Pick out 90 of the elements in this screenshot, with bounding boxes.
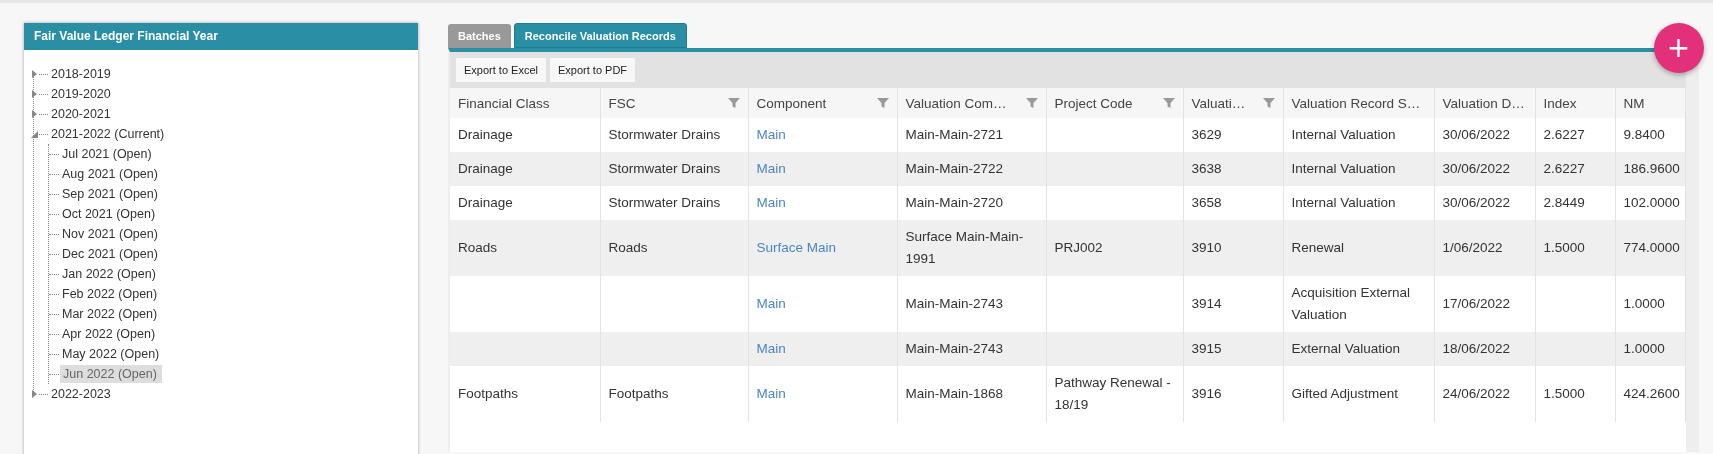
- tree-item[interactable]: 2022-2023: [49, 386, 113, 402]
- table-cell: PRJ002: [1054, 240, 1103, 255]
- table-cell: 3629: [1191, 127, 1222, 142]
- filter-icon[interactable]: [876, 97, 889, 109]
- table-cell: Drainage: [458, 161, 513, 176]
- table-cell: 774.0000: [1623, 240, 1680, 255]
- table-cell: 1/06/2022: [1442, 240, 1503, 255]
- table-cell: 2.8449: [1543, 195, 1585, 210]
- expand-toggle-icon[interactable]: [31, 90, 39, 98]
- table-cell: 186.9600: [1623, 161, 1680, 176]
- table-cell: 1.5000: [1543, 240, 1585, 255]
- tree-item[interactable]: Aug 2021 (Open): [60, 166, 160, 182]
- column-header[interactable]: FSC: [608, 95, 636, 111]
- table-cell: Main-Main-2720: [905, 195, 1004, 210]
- table-cell: 18/06/2022: [1442, 341, 1511, 356]
- collapse-toggle-icon[interactable]: [31, 130, 39, 138]
- table-cell: Main-Main-2743: [905, 296, 1004, 311]
- tree-item[interactable]: Feb 2022 (Open): [60, 286, 160, 302]
- add-button[interactable]: +: [1653, 23, 1704, 73]
- table-cell: Roads: [458, 240, 498, 255]
- expand-toggle-icon[interactable]: [31, 110, 39, 118]
- table-cell: 17/06/2022: [1442, 296, 1511, 311]
- tree-item[interactable]: 2020-2021: [49, 106, 113, 122]
- table-cell: Gifted Adjustment: [1291, 386, 1399, 401]
- column-header[interactable]: NM: [1623, 95, 1645, 111]
- tree-item[interactable]: Mar 2022 (Open): [60, 306, 160, 322]
- table-cell: 2.6227: [1543, 127, 1585, 142]
- table-cell: Acquisition External Valuation: [1291, 285, 1411, 322]
- table-cell: Drainage: [458, 127, 513, 142]
- table-cell: 9.8400: [1623, 127, 1665, 142]
- table-cell: Stormwater Drains: [608, 161, 721, 176]
- table-cell: 30/06/2022: [1442, 127, 1511, 142]
- table-cell: 30/06/2022: [1442, 161, 1511, 176]
- filter-icon[interactable]: [1162, 97, 1175, 109]
- table-cell: Main-Main-2721: [905, 127, 1004, 142]
- export-button[interactable]: Export to PDF: [550, 58, 636, 82]
- table-cell: 3914: [1191, 296, 1222, 311]
- table-cell: 1.0000: [1623, 296, 1665, 311]
- table-cell: 3916: [1191, 386, 1222, 401]
- tree-item[interactable]: May 2022 (Open): [60, 346, 162, 362]
- tree-item[interactable]: Oct 2021 (Open): [60, 206, 158, 222]
- table-cell: Main-Main-2722: [905, 161, 1004, 176]
- table-cell: 3658: [1191, 195, 1222, 210]
- tree-item[interactable]: 2018-2019: [49, 66, 113, 82]
- table-cell: Roads: [608, 240, 648, 255]
- tree-item[interactable]: Jul 2021 (Open): [60, 146, 154, 162]
- table-cell: Main-Main-1868: [905, 386, 1004, 401]
- export-button[interactable]: Export to Excel: [456, 58, 546, 82]
- tree-item[interactable]: Nov 2021 (Open): [60, 226, 160, 242]
- table-cell: 424.2600: [1623, 386, 1680, 401]
- tab[interactable]: Reconcile Valuation Records: [513, 23, 687, 48]
- table-cell: External Valuation: [1291, 341, 1401, 356]
- table-cell: Stormwater Drains: [608, 127, 721, 142]
- link[interactable]: Main: [756, 386, 786, 401]
- filter-icon[interactable]: [1262, 97, 1275, 109]
- link[interactable]: Main: [756, 127, 786, 142]
- table-cell: 24/06/2022: [1442, 386, 1511, 401]
- table-cell: Pathway Renewal - 18/19: [1054, 375, 1171, 412]
- table-cell: Footpaths: [608, 386, 669, 401]
- table-cell: Footpaths: [458, 386, 519, 401]
- filter-icon[interactable]: [1025, 97, 1038, 109]
- table-cell: Surface Main-Main-1991: [905, 229, 1024, 266]
- table-cell: Renewal: [1291, 240, 1345, 255]
- filter-icon[interactable]: [727, 97, 740, 109]
- panel-title: Fair Value Ledger Financial Year: [24, 23, 418, 50]
- tree-item[interactable]: Dec 2021 (Open): [60, 246, 160, 262]
- expand-toggle-icon[interactable]: [31, 390, 39, 398]
- tree-item[interactable]: Jan 2022 (Open): [60, 266, 158, 282]
- link[interactable]: Main: [756, 195, 786, 210]
- tree-item[interactable]: Jun 2022 (Open): [60, 365, 162, 383]
- table-cell: 102.0000: [1623, 195, 1680, 210]
- table-cell: 3638: [1191, 161, 1222, 176]
- table-cell: Internal Valuation: [1291, 161, 1396, 176]
- table-cell: 3910: [1191, 240, 1222, 255]
- tree-item[interactable]: Sep 2021 (Open): [60, 186, 160, 202]
- table-cell: 2.6227: [1543, 161, 1585, 176]
- table-cell: Internal Valuation: [1291, 195, 1396, 210]
- expand-toggle-icon[interactable]: [31, 70, 39, 78]
- table-cell: Internal Valuation: [1291, 127, 1396, 142]
- table-cell: 1.0000: [1623, 341, 1665, 356]
- table-cell: Drainage: [458, 195, 513, 210]
- table-cell: 3915: [1191, 341, 1222, 356]
- table-cell: 1.5000: [1543, 386, 1585, 401]
- table-cell: 30/06/2022: [1442, 195, 1511, 210]
- tree-item[interactable]: 2021-2022 (Current): [49, 126, 167, 142]
- link[interactable]: Main: [756, 296, 786, 311]
- table-cell: Stormwater Drains: [608, 195, 721, 210]
- tree-item[interactable]: Apr 2022 (Open): [60, 326, 158, 342]
- tree-item[interactable]: 2019-2020: [49, 86, 113, 102]
- table-cell: Main-Main-2743: [905, 341, 1004, 356]
